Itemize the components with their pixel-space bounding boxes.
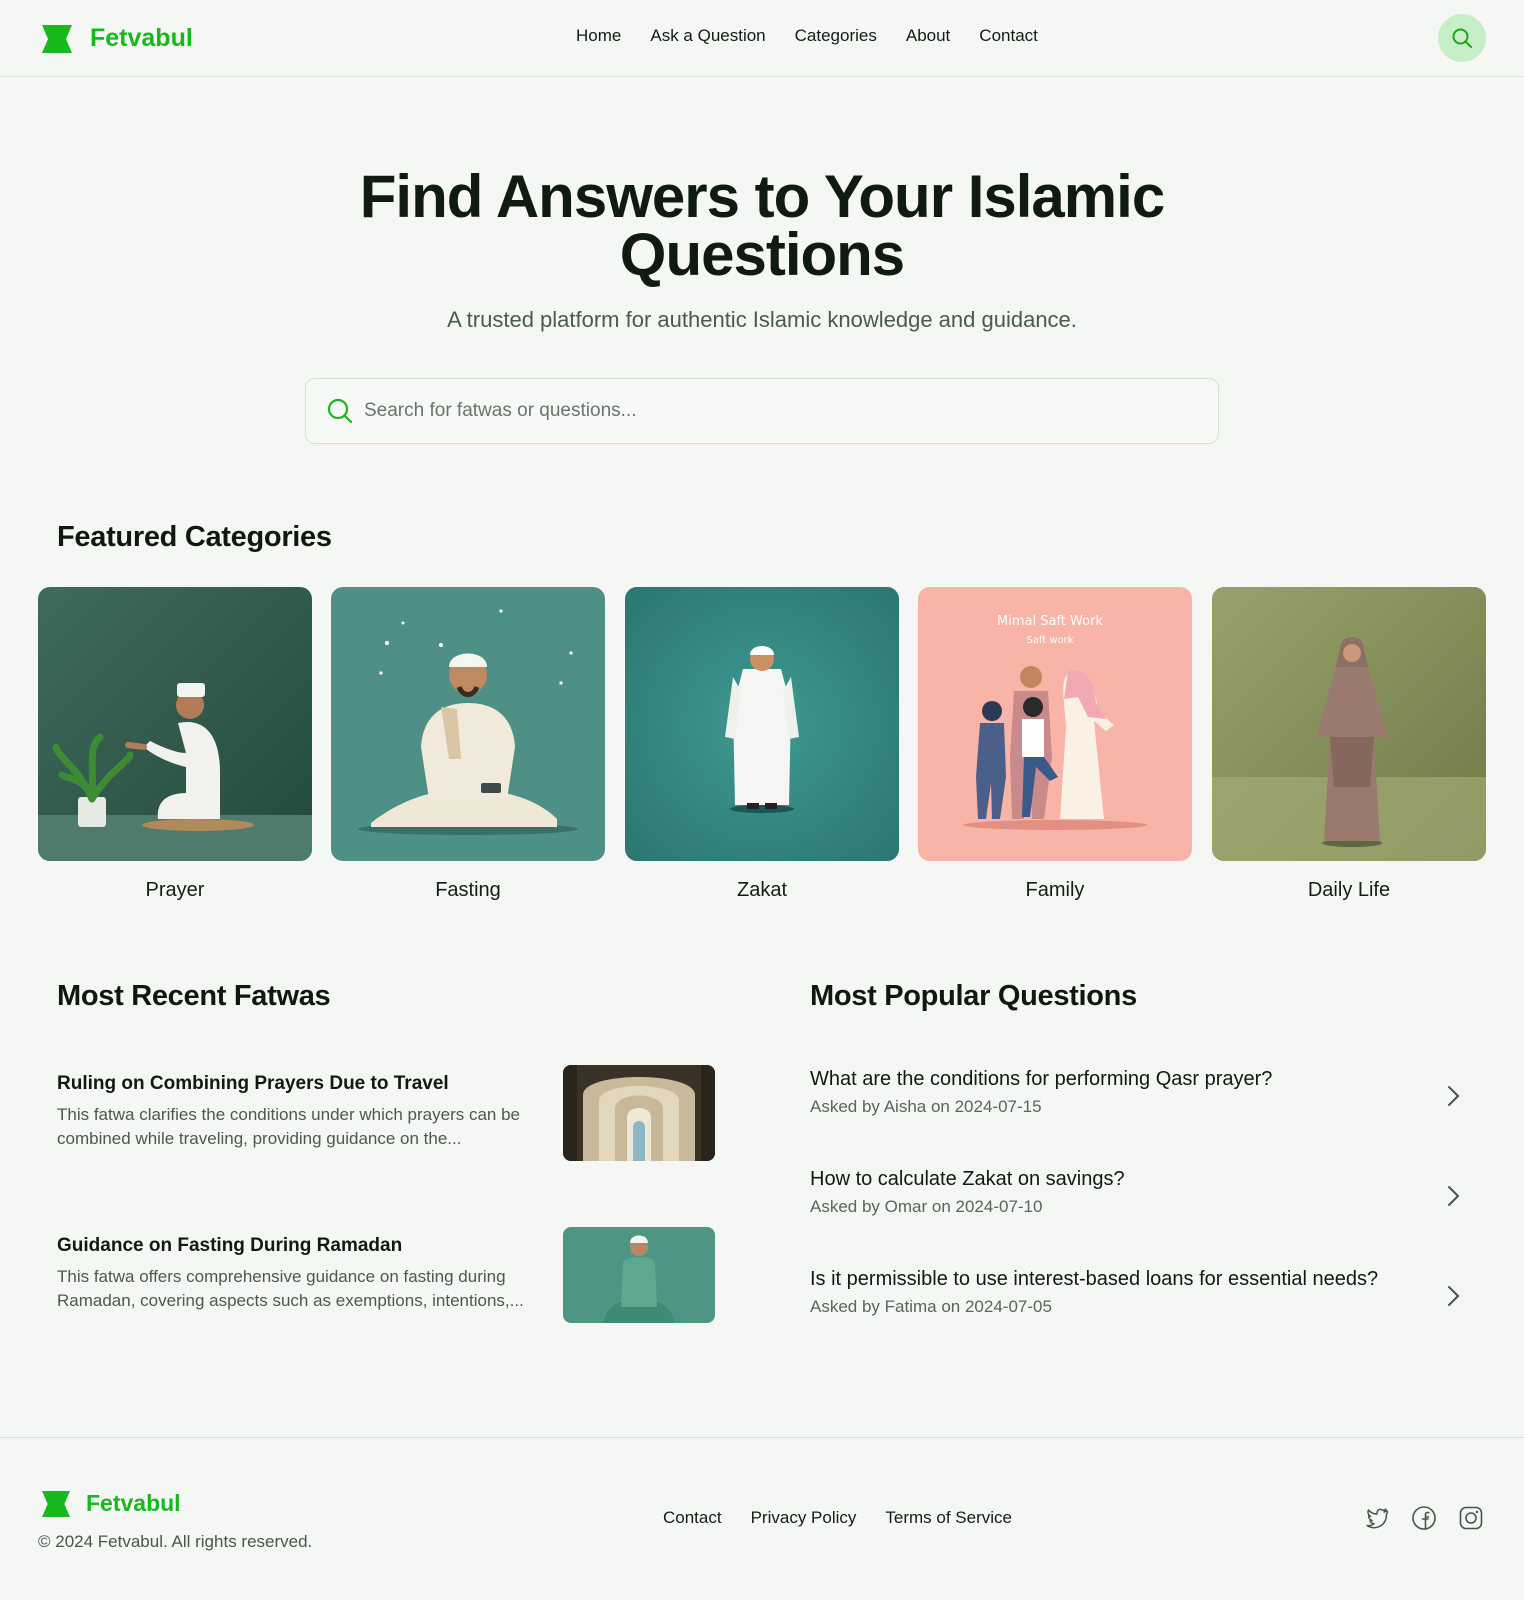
footer-brand-name: Fetvabul xyxy=(86,1490,181,1516)
chevron-right-icon xyxy=(1448,1086,1459,1106)
fatwa-item[interactable]: Ruling on Combining Prayers Due to Trave… xyxy=(57,1065,715,1161)
logo-icon xyxy=(42,24,72,53)
brand-name: Fetvabul xyxy=(90,24,193,52)
question-meta: Asked by Omar on 2024-07-10 xyxy=(810,1197,1043,1216)
main-nav: Home Ask a Question Categories About Con… xyxy=(576,26,1067,46)
fatwa-image-seated-man xyxy=(563,1227,715,1323)
category-label: Family xyxy=(1025,879,1085,901)
question-title: What are the conditions for performing Q… xyxy=(810,1068,1273,1090)
category-label: Daily Life xyxy=(1307,879,1391,901)
question-meta: Asked by Fatima on 2024-07-05 xyxy=(810,1297,1052,1316)
nav-about[interactable]: About xyxy=(906,26,950,46)
search-icon xyxy=(1452,28,1472,48)
fatwa-description: This fatwa clarifies the conditions unde… xyxy=(57,1105,521,1148)
site-footer: Fetvabul © 2024 Fetvabul. All rights res… xyxy=(0,1437,1524,1600)
category-card-family[interactable]: Mimal Saft Work Saft work Family xyxy=(918,587,1192,902)
category-card-zakat[interactable]: Zakat xyxy=(625,587,899,902)
category-image-family: Mimal Saft Work Saft work xyxy=(918,587,1192,861)
recent-fatwas-title: Most Recent Fatwas xyxy=(57,980,331,1012)
category-card-daily-life[interactable]: Daily Life xyxy=(1212,587,1486,902)
footer-link-terms-of-service[interactable]: Terms of Service xyxy=(885,1508,1012,1528)
nav-ask-question[interactable]: Ask a Question xyxy=(650,26,765,46)
hero-subtitle: A trusted platform for authentic Islamic… xyxy=(447,307,1077,332)
instagram-icon[interactable] xyxy=(1458,1505,1484,1531)
question-item[interactable]: What are the conditions for performing Q… xyxy=(810,1068,1470,1128)
fatwa-description: This fatwa offers comprehensive guidance… xyxy=(57,1267,524,1310)
question-title: How to calculate Zakat on savings? xyxy=(810,1168,1125,1190)
footer-link-contact[interactable]: Contact xyxy=(663,1508,722,1528)
nav-home[interactable]: Home xyxy=(576,26,621,46)
family-image-subcaption: Saft work xyxy=(1026,635,1073,646)
category-card-prayer[interactable]: Prayer xyxy=(38,587,312,902)
category-image-daily-life xyxy=(1212,587,1486,861)
category-label: Prayer xyxy=(145,879,205,901)
fatwa-image-mosque-arches xyxy=(563,1065,715,1161)
fatwa-item[interactable]: Guidance on Fasting During Ramadan This … xyxy=(57,1227,715,1323)
search-input[interactable] xyxy=(364,400,1184,422)
footer-brand-logo[interactable]: Fetvabul xyxy=(42,1490,181,1517)
header-search-button[interactable] xyxy=(1438,14,1486,62)
chevron-right-icon xyxy=(1448,1186,1459,1206)
question-item[interactable]: How to calculate Zakat on savings? Asked… xyxy=(810,1168,1470,1228)
hero-title-line2: Questions xyxy=(619,221,905,288)
nav-categories[interactable]: Categories xyxy=(795,26,877,46)
category-label: Zakat xyxy=(736,879,788,901)
category-image-fasting xyxy=(331,587,605,861)
brand-logo[interactable]: Fetvabul xyxy=(42,24,193,53)
hero-title-line1: Find Answers to Your Islamic xyxy=(359,163,1165,230)
question-meta: Asked by Aisha on 2024-07-15 xyxy=(810,1097,1042,1116)
category-card-fasting[interactable]: Fasting xyxy=(331,587,605,902)
chevron-right-icon xyxy=(1448,1286,1459,1306)
question-item[interactable]: Is it permissible to use interest-based … xyxy=(810,1268,1470,1328)
category-label: Fasting xyxy=(435,879,501,901)
hero-title: Find Answers to Your Islamic Questions xyxy=(0,167,1524,285)
question-title: Is it permissible to use interest-based … xyxy=(810,1268,1379,1290)
twitter-icon[interactable] xyxy=(1364,1505,1390,1531)
footer-link-privacy-policy[interactable]: Privacy Policy xyxy=(751,1508,857,1528)
copyright-text: © 2024 Fetvabul. All rights reserved. xyxy=(38,1532,313,1551)
category-image-prayer xyxy=(38,587,312,861)
nav-contact[interactable]: Contact xyxy=(979,26,1038,46)
logo-icon xyxy=(42,1490,70,1517)
featured-categories-title: Featured Categories xyxy=(57,521,332,553)
category-image-zakat xyxy=(625,587,899,861)
family-image-caption: Mimal Saft Work xyxy=(997,614,1103,629)
main-search-bar[interactable] xyxy=(305,378,1219,444)
popular-questions-title: Most Popular Questions xyxy=(810,980,1137,1012)
search-icon xyxy=(327,398,353,424)
facebook-icon[interactable] xyxy=(1411,1505,1437,1531)
footer-links: Contact Privacy Policy Terms of Service xyxy=(663,1508,1041,1528)
site-header: Fetvabul Home Ask a Question Categories … xyxy=(0,0,1524,77)
